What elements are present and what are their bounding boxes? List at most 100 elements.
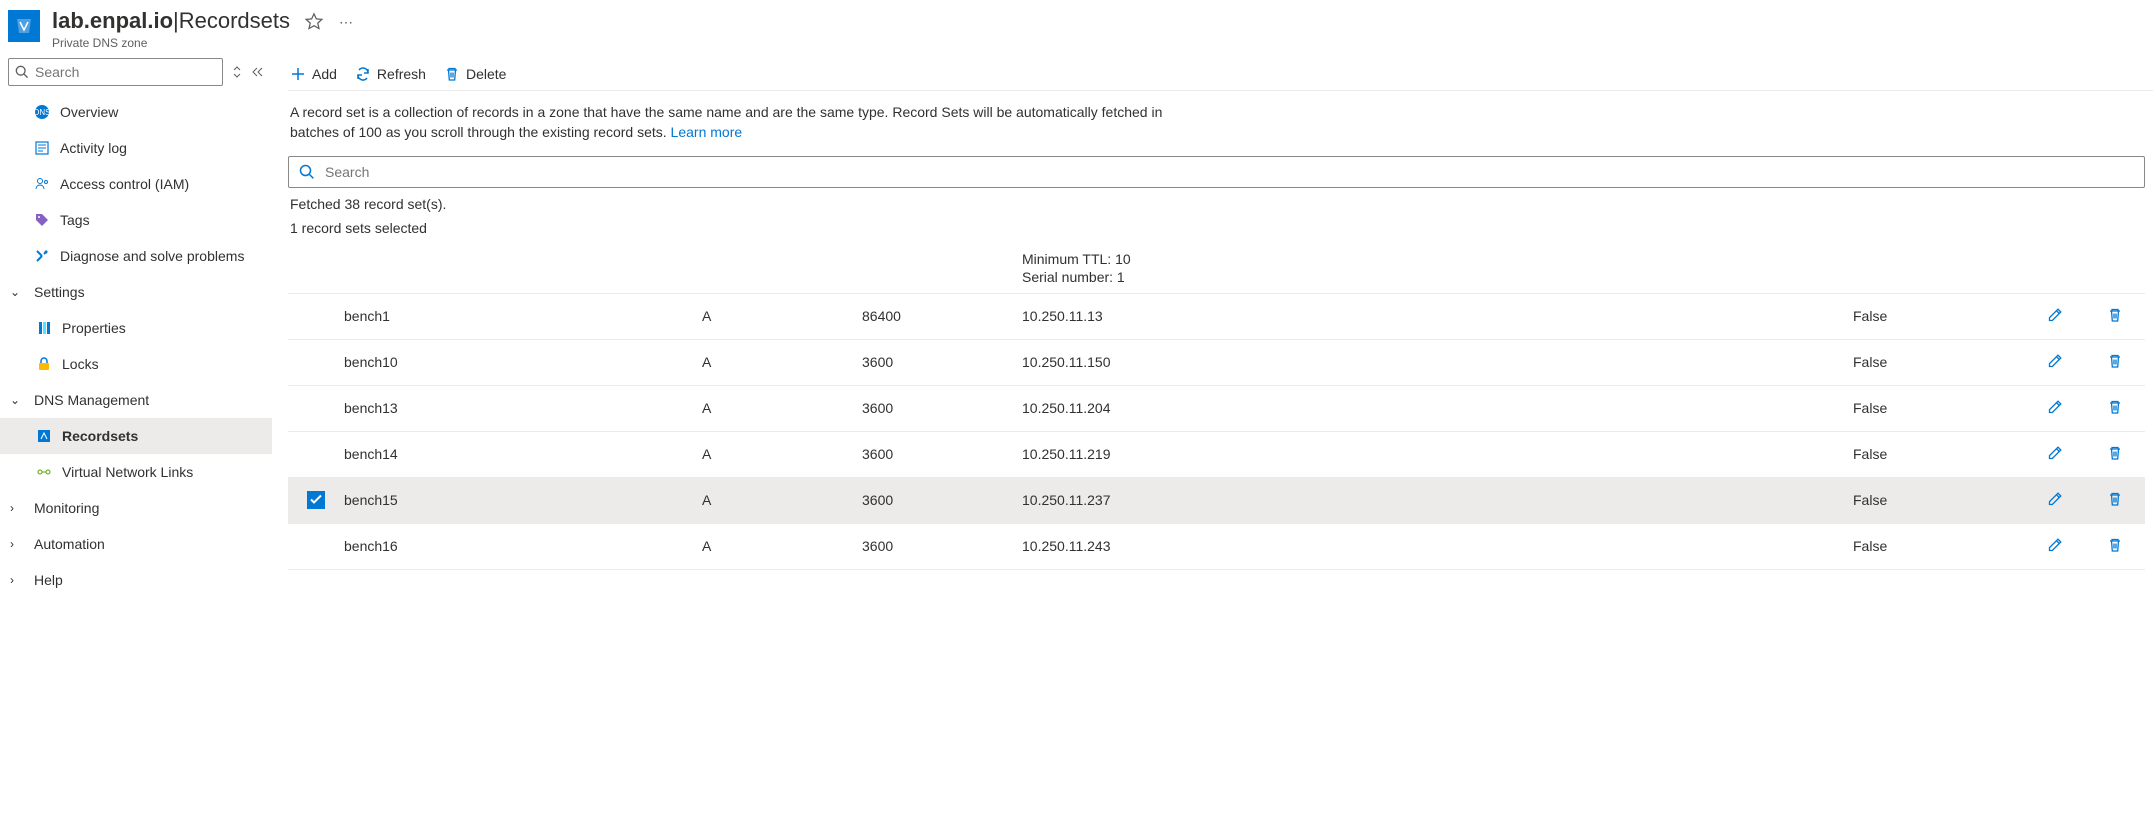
cell-ttl: 3600 bbox=[854, 532, 1014, 560]
sidebar-item-locks[interactable]: Locks bbox=[0, 346, 272, 382]
cell-auto: False bbox=[1845, 394, 2025, 422]
delete-button[interactable]: Delete bbox=[444, 66, 506, 82]
row-checkbox[interactable] bbox=[307, 537, 325, 555]
sidebar-item-label: DNS Management bbox=[34, 392, 262, 408]
overview-icon: DNS bbox=[34, 104, 50, 120]
trash-icon bbox=[444, 66, 460, 82]
row-checkbox[interactable] bbox=[307, 353, 325, 371]
cell-type: A bbox=[694, 440, 854, 468]
table-row[interactable]: bench14A360010.250.11.219False bbox=[288, 432, 2145, 478]
edit-button[interactable] bbox=[2047, 307, 2063, 326]
content-panel: Add Refresh Delete A record set is a col… bbox=[280, 54, 2153, 826]
delete-row-button[interactable] bbox=[2107, 491, 2123, 510]
sidebar-item-virtual-network-links[interactable]: Virtual Network Links bbox=[0, 454, 272, 490]
search-icon bbox=[15, 65, 29, 79]
row-checkbox[interactable] bbox=[307, 445, 325, 463]
edit-button[interactable] bbox=[2047, 353, 2063, 372]
cell-name: bench10 bbox=[344, 348, 694, 376]
table-row[interactable]: bench1A8640010.250.11.13False bbox=[288, 294, 2145, 340]
vnl-icon bbox=[36, 464, 52, 480]
sidebar-group-settings[interactable]: ⌄Settings bbox=[0, 274, 272, 310]
sidebar-group-automation[interactable]: ›Automation bbox=[0, 526, 272, 562]
sidebar-group-dns-management[interactable]: ⌄ DNS Management bbox=[0, 382, 272, 418]
table-row[interactable]: bench15A360010.250.11.237False bbox=[288, 478, 2145, 524]
sidebar-item-label: Automation bbox=[34, 536, 262, 552]
page-title: lab.enpal.io | Recordsets bbox=[52, 8, 290, 34]
cell-auto: False bbox=[1845, 440, 2025, 468]
sidebar-item-properties[interactable]: Properties bbox=[0, 310, 272, 346]
records-search[interactable] bbox=[288, 156, 2145, 188]
sidebar-item-access-control-iam-[interactable]: Access control (IAM) bbox=[0, 166, 272, 202]
table-row[interactable]: bench13A360010.250.11.204False bbox=[288, 386, 2145, 432]
cell-value: 10.250.11.204 bbox=[1014, 394, 1845, 422]
cell-ttl: 3600 bbox=[854, 394, 1014, 422]
sidebar-group-monitoring[interactable]: ›Monitoring bbox=[0, 490, 272, 526]
edit-button[interactable] bbox=[2047, 445, 2063, 464]
delete-row-button[interactable] bbox=[2107, 307, 2123, 326]
sidebar-item-label: Tags bbox=[60, 212, 262, 228]
locks-icon bbox=[36, 356, 52, 372]
cell-ttl: 3600 bbox=[854, 486, 1014, 514]
recordsets-icon bbox=[36, 428, 52, 444]
edit-button[interactable] bbox=[2047, 537, 2063, 556]
records-grid[interactable]: Minimum TTL: 10 Serial number: 1 bench1A… bbox=[288, 244, 2145, 826]
sidebar-item-label: Access control (IAM) bbox=[60, 176, 262, 192]
plus-icon bbox=[290, 66, 306, 82]
cell-value: 10.250.11.237 bbox=[1014, 486, 1845, 514]
sidebar-item-activity-log[interactable]: Activity log bbox=[0, 130, 272, 166]
cell-type: A bbox=[694, 394, 854, 422]
svg-text:DNS: DNS bbox=[34, 108, 50, 117]
refresh-button[interactable]: Refresh bbox=[355, 66, 426, 82]
cell-value: 10.250.11.150 bbox=[1014, 348, 1845, 376]
title-zone-name: lab.enpal.io bbox=[52, 8, 173, 34]
sidebar-search-input[interactable] bbox=[29, 64, 222, 80]
delete-row-button[interactable] bbox=[2107, 353, 2123, 372]
table-row[interactable]: bench10A360010.250.11.150False bbox=[288, 340, 2145, 386]
add-label: Add bbox=[312, 66, 337, 82]
cell-ttl: 86400 bbox=[854, 302, 1014, 330]
refresh-icon bbox=[355, 66, 371, 82]
add-button[interactable]: Add bbox=[290, 66, 337, 82]
delete-row-button[interactable] bbox=[2107, 445, 2123, 464]
sidebar-collapse-button[interactable] bbox=[250, 64, 264, 80]
learn-more-link[interactable]: Learn more bbox=[671, 124, 743, 140]
sidebar-item-label: Recordsets bbox=[62, 428, 262, 444]
table-row[interactable]: bench16A360010.250.11.243False bbox=[288, 524, 2145, 570]
cell-auto: False bbox=[1845, 486, 2025, 514]
chevron-icon: ⌄ bbox=[10, 393, 24, 407]
row-checkbox[interactable] bbox=[307, 307, 325, 325]
edit-button[interactable] bbox=[2047, 491, 2063, 510]
favorite-button[interactable] bbox=[304, 12, 324, 32]
sidebar-group-help[interactable]: ›Help bbox=[0, 562, 272, 598]
table-row[interactable]: Minimum TTL: 10 Serial number: 1 bbox=[288, 244, 2145, 293]
row-checkbox[interactable] bbox=[307, 399, 325, 417]
sidebar-item-tags[interactable]: Tags bbox=[0, 202, 272, 238]
sidebar-item-overview[interactable]: DNSOverview bbox=[0, 94, 272, 130]
chevron-icon: › bbox=[10, 501, 24, 515]
chevron-icon: ⌄ bbox=[10, 285, 24, 299]
row-checkbox[interactable] bbox=[307, 491, 325, 509]
sidebar-item-recordsets[interactable]: Recordsets bbox=[0, 418, 272, 454]
iam-icon bbox=[34, 176, 50, 192]
refresh-label: Refresh bbox=[377, 66, 426, 82]
sidebar-item-label: Diagnose and solve problems bbox=[60, 248, 262, 264]
tags-icon bbox=[34, 212, 50, 228]
sidebar-item-label: Virtual Network Links bbox=[62, 464, 262, 480]
delete-row-button[interactable] bbox=[2107, 399, 2123, 418]
dns-zone-icon bbox=[8, 10, 40, 42]
cell-type: A bbox=[694, 302, 854, 330]
cell-value: 10.250.11.13 bbox=[1014, 302, 1845, 330]
delete-row-button[interactable] bbox=[2107, 537, 2123, 556]
edit-button[interactable] bbox=[2047, 399, 2063, 418]
toolbar: Add Refresh Delete bbox=[288, 58, 2153, 91]
sidebar-updown-button[interactable] bbox=[231, 64, 242, 80]
sidebar-item-diagnose-and-solve-problems[interactable]: Diagnose and solve problems bbox=[0, 238, 272, 274]
selected-status: 1 record sets selected bbox=[288, 218, 2153, 238]
page-header: lab.enpal.io | Recordsets Private DNS zo… bbox=[0, 0, 2153, 54]
more-actions-button[interactable]: ⋯ bbox=[336, 12, 356, 32]
sidebar-search[interactable] bbox=[8, 58, 223, 86]
cell-value: 10.250.11.243 bbox=[1014, 532, 1845, 560]
sidebar-item-label: Activity log bbox=[60, 140, 262, 156]
cell-type: A bbox=[694, 486, 854, 514]
records-search-input[interactable] bbox=[315, 164, 2144, 180]
